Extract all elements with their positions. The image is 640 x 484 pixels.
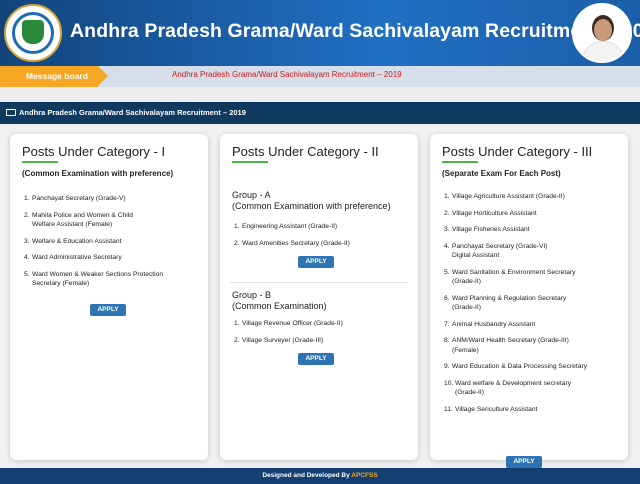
card-title: Posts Under Category - I — [22, 144, 166, 159]
group-a-title: Group - A (Common Examination with prefer… — [232, 190, 391, 211]
list-item: 7. Animal Husbandry Assistant — [444, 320, 536, 328]
list-item: 9. Ward Education & Data Processing Secre… — [444, 363, 588, 370]
card-subtitle: (Separate Exam For Each Post) — [442, 169, 561, 178]
footer-text: Designed and Developed By — [262, 472, 352, 479]
list-item: 1. Village Agriculture Assistant (Grade-I… — [444, 193, 565, 200]
apply-button-category-1[interactable]: APPLY — [90, 304, 126, 316]
group-b-title: Group - B (Common Examination) — [232, 290, 327, 311]
list-item: 8. ANM/Ward Health Secretary (Grade-III)(… — [444, 337, 569, 354]
apply-button-group-a[interactable]: APPLY — [298, 256, 334, 268]
footer-brand-link[interactable]: APCFSS — [351, 472, 377, 479]
site-header: Andhra Pradesh Grama/Ward Sachivalayam R… — [0, 0, 640, 66]
chief-minister-photo — [572, 3, 632, 63]
group-b-list: 1. Village Revenue Officer (Grade-II) 2. V… — [234, 319, 343, 352]
list-item: 10. Ward welfare & Development secretary(… — [444, 379, 572, 397]
list-item: 3. Welfare & Education Assistant — [24, 237, 122, 245]
list-item: 4. Panchayat Secretary (Grade-VI) Digital … — [444, 242, 548, 260]
apply-button-group-b[interactable]: APPLY — [298, 353, 334, 365]
category-1-card: Posts Under Category - I (Common Examina… — [10, 134, 208, 460]
category-3-card: Posts Under Category - III (Separate Exa… — [430, 134, 628, 468]
site-footer: Designed and Developed By APCFSS — [0, 468, 640, 484]
section-title: Andhra Pradesh Grama/Ward Sachivalayam R… — [19, 108, 246, 117]
list-item: 6. Ward Planning & Regulation Secretary (G… — [444, 294, 567, 312]
list-item: 2. Village Horticulture Assistant — [444, 209, 537, 217]
list-item: 11. Village Sericulture Assistant — [444, 405, 538, 413]
list-item: 2. Ward Amenities Secretary (Grade-II) — [234, 239, 350, 247]
list-item: 4. Ward Administrative Secretary — [24, 254, 122, 261]
card-title: Posts Under Category - II — [232, 144, 379, 159]
message-board-text[interactable]: Andhra Pradesh Grama/Ward Sachivalayam R… — [172, 70, 402, 79]
list-item: 5. Ward Women & Weaker Sections Protectio… — [24, 270, 164, 288]
list-item: 1. Engineering Assistant (Grade-II) — [234, 223, 338, 230]
list-item: 5. Ward Sanitation & Environment Secretar… — [444, 268, 576, 286]
message-board-arrow — [98, 66, 108, 86]
keyboard-icon — [6, 109, 16, 116]
group-a-list: 1. Engineering Assistant (Grade-II) 2. War… — [234, 222, 350, 255]
list-item: 3. Village Fisheries Assistant — [444, 226, 530, 233]
card-title: Posts Under Category - III — [442, 144, 593, 159]
site-title: Andhra Pradesh Grama/Ward Sachivalayam R… — [70, 20, 640, 42]
post-list: 1. Village Agriculture Assistant (Grade-I… — [444, 192, 587, 421]
list-item: 2. Mahila Police and Women & Child Welfare… — [24, 211, 133, 229]
card-subtitle: (Common Examination with preference) — [22, 169, 174, 178]
list-item: 1. Panchayat Secretary (Grade-V) — [24, 195, 126, 202]
list-item: 2. Village Surveyer (Grade-III) — [234, 336, 324, 344]
state-emblem-icon — [4, 4, 62, 62]
section-title-bar: Andhra Pradesh Grama/Ward Sachivalayam R… — [0, 102, 640, 124]
apply-button-category-3[interactable]: APPLY — [506, 456, 542, 468]
list-item: 1. Village Revenue Officer (Grade-II) — [234, 320, 343, 327]
post-list: 1. Panchayat Secretary (Grade-V) 2. Mahila… — [24, 194, 163, 296]
message-board-label: Message board — [0, 66, 98, 87]
category-2-card: Posts Under Category - II Group - A (Comm… — [220, 134, 418, 460]
